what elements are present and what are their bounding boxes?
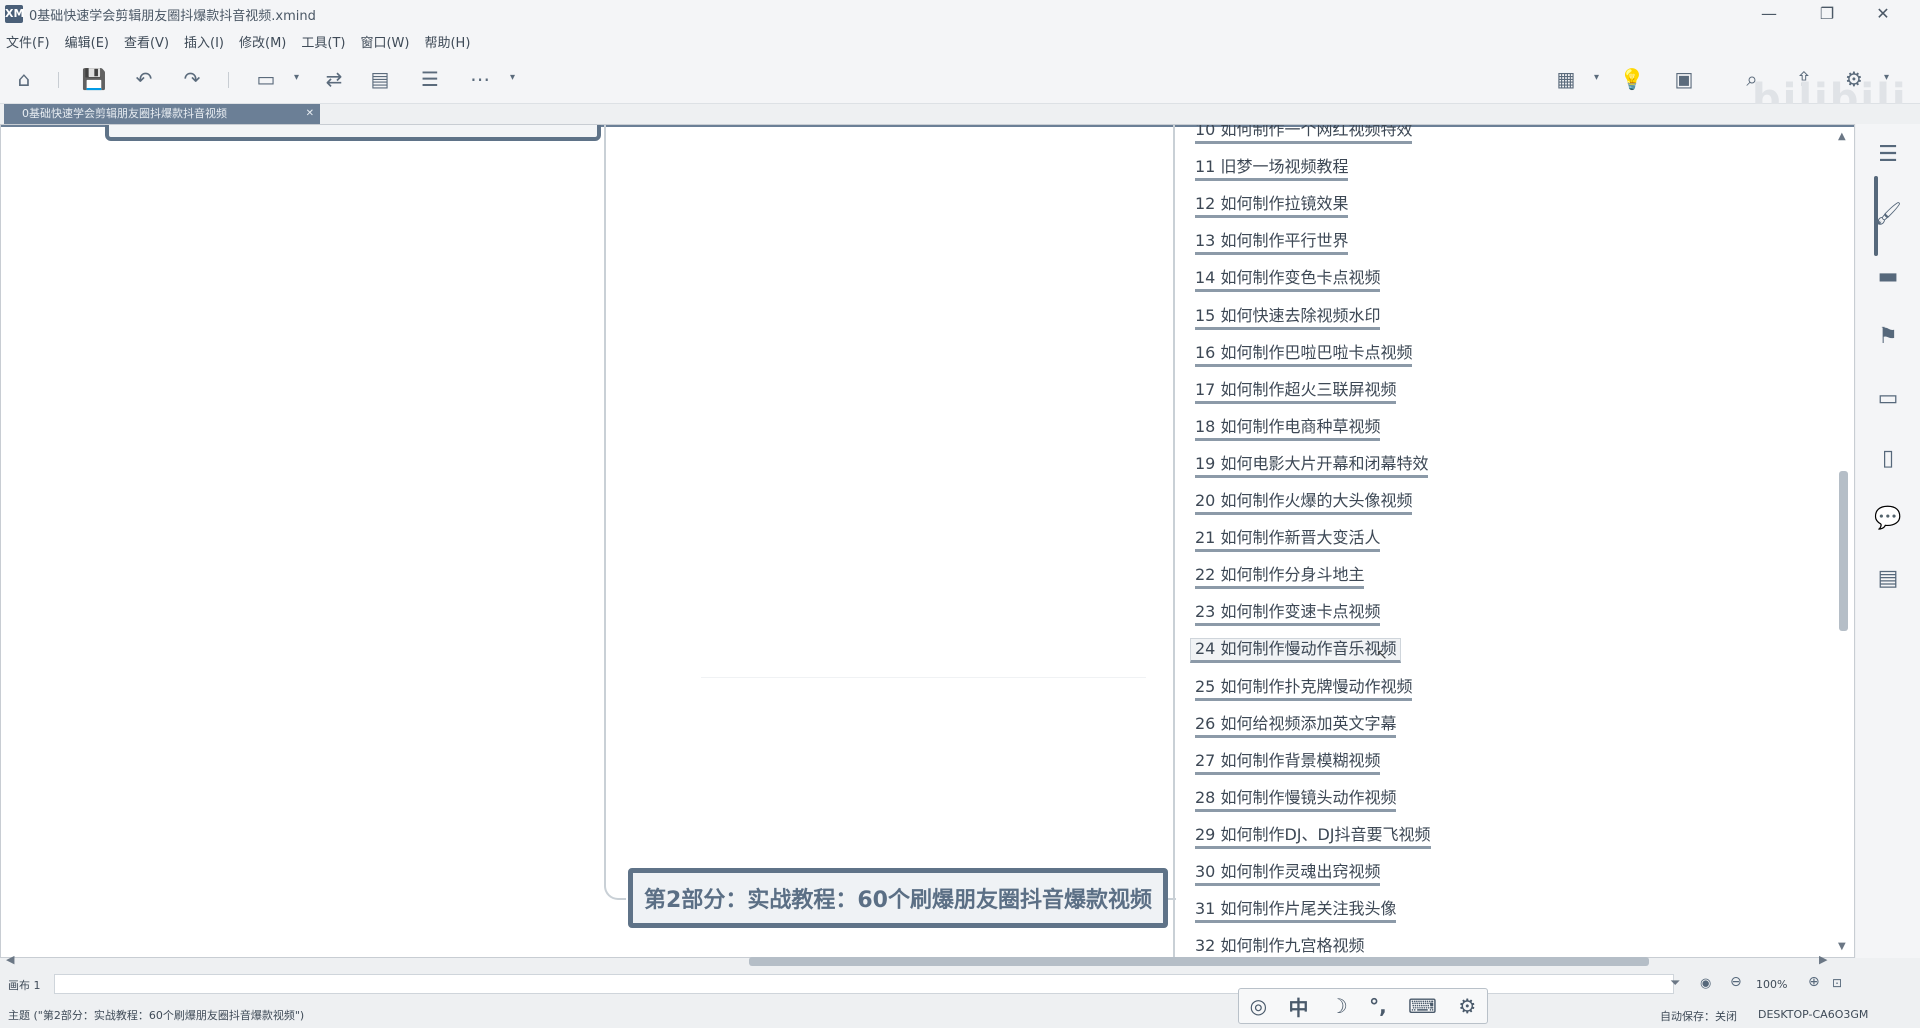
menu-edit[interactable]: 编辑(E) <box>65 32 109 51</box>
subtopic-label: 19 如何电影大片开幕和闭幕特效 <box>1195 454 1429 478</box>
right-side-panel: ☰ 🖌 ▬ ⚑ ▭ ▯ 💬 ▤ <box>1856 124 1920 958</box>
app-icon: XM <box>5 5 24 23</box>
autosave-status[interactable]: 自动保存：关闭 <box>1660 1008 1737 1024</box>
selected-topic-status: 主题 ("第2部分：实战教程：60个刷爆朋友圈抖音爆款视频") <box>8 1009 305 1022</box>
scroll-left-icon[interactable]: ◀ <box>6 953 14 966</box>
status-bar: 画布 1 ⏷ ◉ ⊖ 100% ⊕ ⊡ 主题 ("第2部分：实战教程：60个刷爆… <box>0 974 1920 1028</box>
subtopic-label: 17 如何制作超火三联屏视频 <box>1195 380 1397 404</box>
subtopic-label: 13 如何制作平行世界 <box>1195 232 1349 256</box>
moon-icon[interactable]: ☽ <box>1330 994 1348 1018</box>
subtopic-label: 11 旧梦一场视频教程 <box>1195 158 1349 182</box>
chevron-down-icon[interactable]: ▾ <box>294 72 299 83</box>
sheet-name[interactable]: 画布 1 <box>8 977 41 993</box>
close-window-button[interactable]: ✕ <box>1856 0 1910 28</box>
menu-tools[interactable]: 工具(T) <box>301 32 345 51</box>
subtopic-label: 24 如何制作慢动作音乐视频 <box>1190 638 1402 664</box>
picture-icon[interactable]: ▣ <box>1670 65 1698 93</box>
ime-toolbar: ◎ 中 ☽ °, ⌨ ⚙ <box>1238 988 1488 1024</box>
gear-icon[interactable]: ⚙ <box>1458 994 1476 1018</box>
subtopic-label: 18 如何制作电商种草视频 <box>1195 417 1381 441</box>
mindmap-canvas[interactable]: 第2部分：实战教程：60个刷爆朋友圈抖音爆款视频 10 如何制作一个网红视频特效… <box>0 124 1855 958</box>
toolbar-divider <box>58 72 59 88</box>
template-icon[interactable]: ▯ <box>1873 444 1903 474</box>
idea-icon[interactable]: 💡 <box>1618 65 1646 93</box>
outline-icon[interactable]: ☰ <box>1873 140 1903 170</box>
zoom-level: 100% <box>1756 978 1788 991</box>
subtopic-label: 10 如何制作一个网红视频特效 <box>1195 125 1413 144</box>
filter-icon[interactable]: ⏷ <box>1670 976 1680 991</box>
minimize-button[interactable]: — <box>1742 0 1796 28</box>
keyboard-icon[interactable]: ⌨ <box>1408 994 1437 1018</box>
xmind-window: XM 0基础快速学会剪辑朋友圈抖爆款抖音视频.xmind — ❐ ✕ 文件(F)… <box>0 0 1920 1028</box>
document-tab-strip: 0基础快速学会剪辑朋友圈抖爆款抖音视频 ✕ <box>0 104 1920 124</box>
title-bar: XM 0基础快速学会剪辑朋友圈抖爆款抖音视频.xmind — ❐ ✕ <box>0 0 1920 28</box>
subtopic-label: 22 如何制作分身斗地主 <box>1195 566 1365 590</box>
document-tab[interactable]: 0基础快速学会剪辑朋友圈抖爆款抖音视频 ✕ <box>4 104 320 124</box>
vertical-scroll-thumb[interactable] <box>1839 471 1848 631</box>
close-tab-icon[interactable]: ✕ <box>306 104 314 124</box>
menu-view[interactable]: 查看(V) <box>124 32 169 51</box>
horizontal-scrollbar[interactable]: ◀ ▶ <box>4 953 1834 971</box>
maximize-button[interactable]: ❐ <box>1800 0 1854 28</box>
menu-modify[interactable]: 修改(M) <box>239 32 286 51</box>
more-icon[interactable]: ⋯ <box>466 65 494 93</box>
horizontal-scroll-thumb[interactable] <box>749 957 1649 966</box>
menu-file[interactable]: 文件(F) <box>6 32 50 51</box>
subtopic-label: 20 如何制作火爆的大头像视频 <box>1195 492 1413 515</box>
zoom-fit-button[interactable]: ⊡ <box>1832 976 1842 990</box>
relationship-icon[interactable]: ⇄ <box>320 65 348 93</box>
subtopic-label: 12 如何制作拉镜效果 <box>1195 195 1349 219</box>
subtopic-label: 30 如何制作灵魂出窍视频 <box>1195 863 1381 886</box>
subtopic-label: 28 如何制作慢镜头动作视频 <box>1195 788 1397 812</box>
image-icon[interactable]: ▭ <box>1873 384 1903 414</box>
undo-icon[interactable]: ↶ <box>130 65 158 93</box>
subtopic-list: 10 如何制作一个网红视频特效 11 旧梦一场视频教程 12 如何制作拉镜效果 13 … <box>1 125 1854 957</box>
menu-help[interactable]: 帮助(H) <box>424 32 470 51</box>
toolbar: ⌂ 💾 ↶ ↷ ▭ ▾ ⇄ ▤ ☰ ⋯ ▾ ▦ ▾ 💡 ▣ ⌕ ⇪ ⚙ ▾ bi… <box>0 54 1920 122</box>
chevron-down-icon[interactable]: ▾ <box>1594 72 1599 83</box>
toolbar-divider <box>228 72 229 88</box>
window-title: 0基础快速学会剪辑朋友圈抖爆款抖音视频.xmind <box>29 8 316 24</box>
scroll-down-icon[interactable]: ▼ <box>1838 941 1846 952</box>
scroll-right-icon[interactable]: ▶ <box>1819 953 1827 966</box>
save-icon[interactable]: 💾 <box>80 65 108 93</box>
mouse-cursor-icon: ↖ <box>1376 647 1388 663</box>
subtopic-label: 21 如何制作新晋大变活人 <box>1195 529 1381 553</box>
subtopic-label: 25 如何制作扑克牌慢动作视频 <box>1195 677 1413 701</box>
ime-chinese-mode[interactable]: 中 <box>1288 992 1308 1021</box>
menu-bar: 文件(F) 编辑(E) 查看(V) 插入(I) 修改(M) 工具(T) 窗口(W… <box>0 28 1920 54</box>
boundary-icon[interactable]: ▤ <box>366 65 394 93</box>
presentation-icon[interactable]: ▦ <box>1552 65 1580 93</box>
comment-icon[interactable]: 💬 <box>1873 504 1903 534</box>
redo-icon[interactable]: ↷ <box>178 65 206 93</box>
subtopic-label: 29 如何制作DJ、DJ抖音要飞视频 <box>1195 825 1431 849</box>
marker-icon[interactable]: ⚑ <box>1873 322 1903 352</box>
subtopic-label: 15 如何快速去除视频水印 <box>1195 306 1381 330</box>
document-tab-label: 0基础快速学会剪辑朋友圈抖爆款抖音视频 <box>22 107 227 120</box>
summary-icon[interactable]: ☰ <box>416 65 444 93</box>
subtopic-label: 26 如何给视频添加英文字幕 <box>1195 714 1397 738</box>
notes-icon[interactable]: ▬ <box>1873 262 1903 292</box>
punctuation-icon[interactable]: °, <box>1369 994 1387 1018</box>
subtopic-label: 16 如何制作巴啦巴啦卡点视频 <box>1195 343 1413 367</box>
vertical-scrollbar[interactable]: ▲ ▼ <box>1835 131 1853 955</box>
chevron-down-icon[interactable]: ▾ <box>510 72 515 83</box>
subtopic-label: 14 如何制作变色卡点视频 <box>1195 269 1381 293</box>
zoom-out-button[interactable]: ⊖ <box>1730 974 1742 990</box>
subtopic-label: 23 如何制作变速卡点视频 <box>1195 603 1381 627</box>
home-icon[interactable]: ⌂ <box>10 65 38 93</box>
menu-window[interactable]: 窗口(W) <box>360 32 409 51</box>
ime-logo-icon[interactable]: ◎ <box>1250 994 1267 1018</box>
side-panel-scroll-indicator <box>1874 176 1878 256</box>
insert-topic-icon[interactable]: ▭ <box>252 65 280 93</box>
computer-name: DESKTOP-CA6O3GM <box>1758 1008 1869 1021</box>
subtopic-label: 27 如何制作背景模糊视频 <box>1195 751 1381 775</box>
zoom-in-button[interactable]: ⊕ <box>1808 974 1820 990</box>
task-icon[interactable]: ▤ <box>1873 564 1903 594</box>
menu-insert[interactable]: 插入(I) <box>184 32 224 51</box>
subtopic-label: 31 如何制作片尾关注我头像 <box>1195 900 1397 924</box>
eye-icon[interactable]: ◉ <box>1700 976 1711 991</box>
scroll-up-icon[interactable]: ▲ <box>1838 131 1846 142</box>
